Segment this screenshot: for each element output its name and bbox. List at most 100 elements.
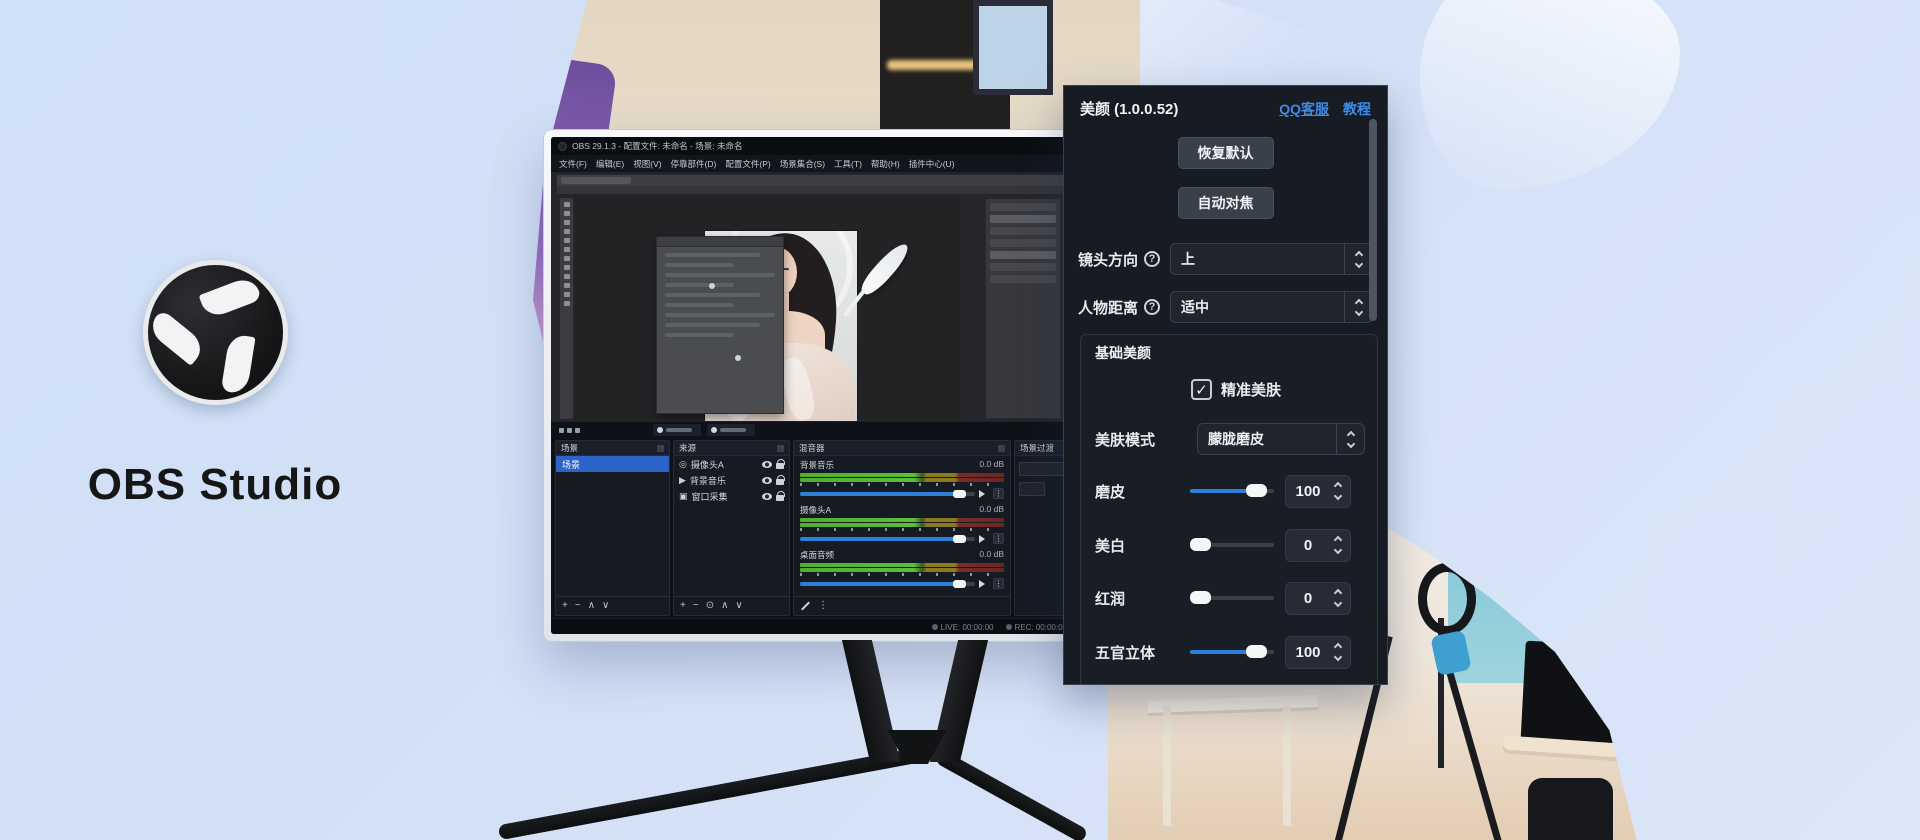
face-3d-slider[interactable] xyxy=(1190,650,1274,654)
live-status: LIVE: 00:00:00 xyxy=(932,623,994,632)
chevron-down-icon[interactable] xyxy=(1354,259,1362,267)
menu-docks[interactable]: 停靠部件(D) xyxy=(671,158,717,170)
lock-icon[interactable] xyxy=(776,495,784,501)
smoothing-slider[interactable] xyxy=(1190,489,1274,493)
chevron-up-icon[interactable] xyxy=(1346,430,1354,438)
slider-handle[interactable] xyxy=(1246,645,1267,658)
dock-menu-icon[interactable] xyxy=(777,445,784,452)
chevron-down-icon[interactable] xyxy=(1334,653,1342,661)
source-list-item[interactable]: ▣ 窗口采集 xyxy=(674,488,789,504)
lock-icon[interactable] xyxy=(776,479,784,485)
chevron-down-icon[interactable] xyxy=(1334,492,1342,500)
menu-tools[interactable]: 工具(T) xyxy=(834,158,862,170)
checkbox-checked-icon[interactable]: ✓ xyxy=(1191,379,1212,400)
speaker-icon[interactable] xyxy=(979,535,989,543)
slider-handle[interactable] xyxy=(1246,484,1267,497)
source-list-item[interactable]: ◎ 摄像头A xyxy=(674,456,789,472)
volume-slider[interactable] xyxy=(800,582,975,586)
visibility-eye-icon[interactable] xyxy=(762,493,772,500)
visibility-eye-icon[interactable] xyxy=(762,477,772,484)
channel-options-button[interactable]: ⋮ xyxy=(993,578,1004,589)
smoothing-spinbox[interactable]: 100 xyxy=(1285,475,1351,508)
scene-up-button[interactable]: ∧ xyxy=(588,601,595,611)
channel-options-button[interactable]: ⋮ xyxy=(993,488,1004,499)
camera-direction-select[interactable]: 上 xyxy=(1170,243,1373,275)
volume-slider[interactable] xyxy=(800,492,975,496)
scene-list-item[interactable]: 场景 xyxy=(556,456,669,472)
volume-handle[interactable] xyxy=(953,535,966,543)
view-tab[interactable] xyxy=(707,424,755,436)
qq-support-link[interactable]: QQ客服 xyxy=(1279,99,1329,119)
chevron-down-icon[interactable] xyxy=(1346,439,1354,447)
obs-app-icon xyxy=(558,142,567,151)
autofocus-button[interactable]: 自动对焦 xyxy=(1178,187,1274,219)
mixer-options-button[interactable]: ⋮ xyxy=(818,601,828,611)
select-spinner[interactable] xyxy=(1344,244,1372,274)
visibility-eye-icon[interactable] xyxy=(762,461,772,468)
meter-ticks xyxy=(800,528,1004,531)
source-list-item[interactable]: ▶ 背景音乐 xyxy=(674,472,789,488)
precise-skin-checkbox-row[interactable]: ✓ 精准美肤 xyxy=(1191,379,1281,400)
source-down-button[interactable]: ∨ xyxy=(735,601,742,611)
menu-file[interactable]: 文件(F) xyxy=(559,158,587,170)
camera-direction-label: 镜头方向 xyxy=(1078,249,1138,270)
speaker-icon[interactable] xyxy=(979,490,989,498)
volume-handle[interactable] xyxy=(953,580,966,588)
remove-source-button[interactable]: − xyxy=(693,601,699,611)
dock-menu-icon[interactable] xyxy=(657,445,664,452)
rosy-spinbox[interactable]: 0 xyxy=(1285,582,1351,615)
panel-scrollbar[interactable] xyxy=(1369,119,1377,321)
mixer-channel: 摄像头A0.0 dB ⋮ xyxy=(794,501,1010,546)
speaker-icon[interactable] xyxy=(979,580,989,588)
whitening-spinbox[interactable]: 0 xyxy=(1285,529,1351,562)
transition-select[interactable] xyxy=(1019,462,1066,476)
chevron-down-icon[interactable] xyxy=(1334,546,1342,554)
skin-mode-select[interactable]: 朦胧磨皮 xyxy=(1197,423,1365,455)
chevron-up-icon[interactable] xyxy=(1334,643,1342,651)
lock-icon[interactable] xyxy=(776,463,784,469)
select-spinner[interactable] xyxy=(1336,424,1364,454)
scenes-dock-title: 场景 xyxy=(561,442,578,454)
restore-defaults-button[interactable]: 恢复默认 xyxy=(1178,137,1274,169)
chevron-up-icon[interactable] xyxy=(1334,482,1342,490)
person-distance-select[interactable]: 适中 xyxy=(1170,291,1373,323)
volume-slider[interactable] xyxy=(800,537,975,541)
menu-help[interactable]: 帮助(H) xyxy=(871,158,900,170)
chevron-down-icon[interactable] xyxy=(1334,599,1342,607)
face-3d-spinbox[interactable]: 100 xyxy=(1285,636,1351,669)
slider-handle[interactable] xyxy=(1190,591,1211,604)
menu-view[interactable]: 视图(V) xyxy=(633,158,661,170)
camera-direction-value: 上 xyxy=(1171,244,1344,274)
menu-plugin-center[interactable]: 插件中心(U) xyxy=(909,158,955,170)
add-scene-button[interactable]: + xyxy=(562,601,568,611)
meter-ticks xyxy=(800,573,1004,576)
remove-scene-button[interactable]: − xyxy=(575,601,581,611)
tutorial-link[interactable]: 教程 xyxy=(1343,99,1371,119)
menu-profile[interactable]: 配置文件(P) xyxy=(725,158,770,170)
add-source-button[interactable]: + xyxy=(680,601,686,611)
rosy-slider[interactable] xyxy=(1190,596,1274,600)
chevron-down-icon[interactable] xyxy=(1354,307,1362,315)
source-up-button[interactable]: ∧ xyxy=(721,601,728,611)
scene-down-button[interactable]: ∨ xyxy=(602,601,609,611)
help-icon[interactable]: ? xyxy=(1144,251,1160,267)
mixer-brush-icon[interactable] xyxy=(801,601,810,610)
help-icon[interactable]: ? xyxy=(1144,299,1160,315)
dock-menu-icon[interactable] xyxy=(998,445,1005,452)
chevron-up-icon[interactable] xyxy=(1354,250,1362,258)
chevron-up-icon[interactable] xyxy=(1334,589,1342,597)
menu-edit[interactable]: 编辑(E) xyxy=(596,158,624,170)
channel-name: 摄像头A xyxy=(800,504,831,516)
chevron-up-icon[interactable] xyxy=(1354,298,1362,306)
channel-options-button[interactable]: ⋮ xyxy=(993,533,1004,544)
volume-handle[interactable] xyxy=(953,490,966,498)
chevron-up-icon[interactable] xyxy=(1334,536,1342,544)
select-spinner[interactable] xyxy=(1344,292,1372,322)
view-tab[interactable] xyxy=(653,424,701,436)
transition-duration[interactable] xyxy=(1019,482,1045,496)
whitening-slider[interactable] xyxy=(1190,543,1274,547)
slider-handle[interactable] xyxy=(1190,538,1211,551)
menu-scene-collection[interactable]: 场景集合(S) xyxy=(780,158,825,170)
source-properties-button[interactable]: ⊙ xyxy=(706,601,714,611)
smoothing-slider-row: 磨皮 100 xyxy=(1095,474,1365,508)
